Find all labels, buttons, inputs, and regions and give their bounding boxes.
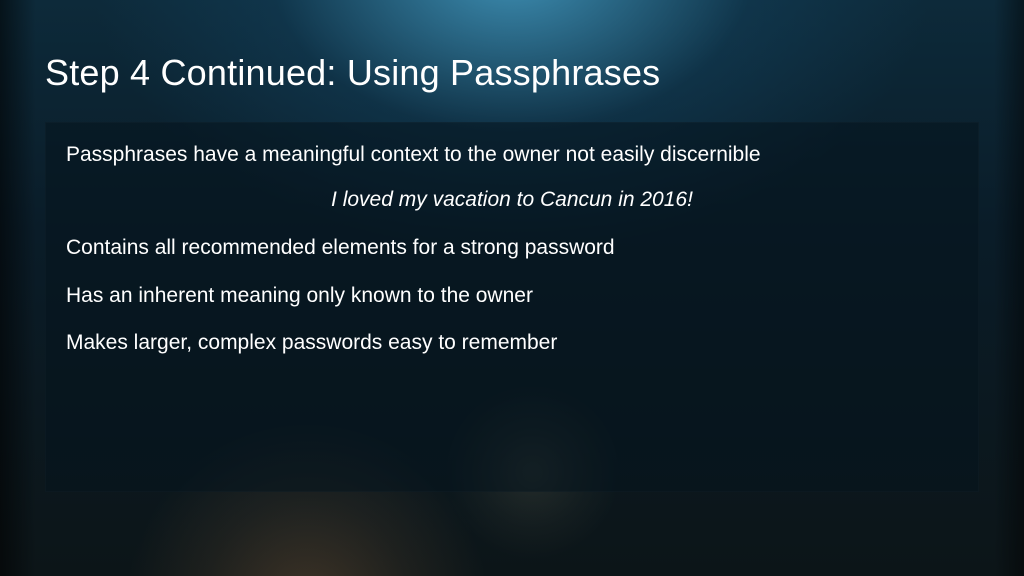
body-line-2: Contains all recommended elements for a … <box>66 234 958 261</box>
example-line: I loved my vacation to Cancun in 2016! <box>66 188 958 212</box>
slide: Step 4 Continued: Using Passphrases Pass… <box>0 0 1024 576</box>
slide-title: Step 4 Continued: Using Passphrases <box>45 52 660 94</box>
body-line-3: Has an inherent meaning only known to th… <box>66 282 958 309</box>
body-line-1: Passphrases have a meaningful context to… <box>66 141 958 168</box>
content-panel: Passphrases have a meaningful context to… <box>45 122 979 492</box>
body-line-4: Makes larger, complex passwords easy to … <box>66 329 958 356</box>
